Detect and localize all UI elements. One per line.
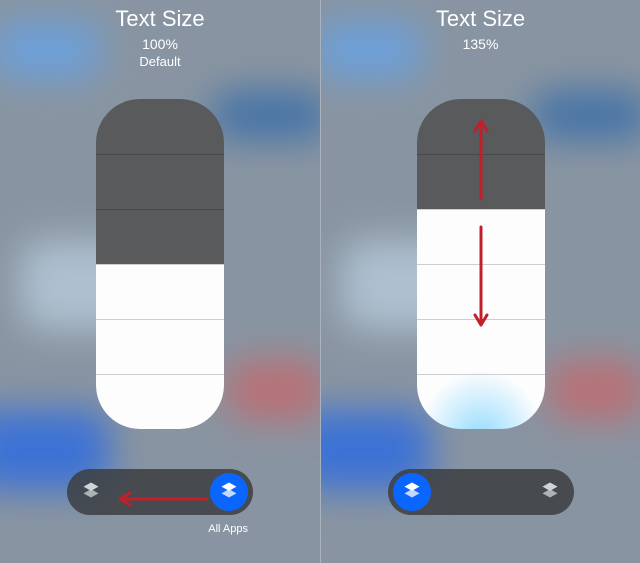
layers-icon — [81, 480, 101, 505]
scope-this-app[interactable] — [393, 473, 431, 511]
text-size-slider[interactable] — [417, 99, 545, 429]
layers-icon — [540, 480, 560, 505]
scope-caption-right: All Apps — [208, 523, 248, 535]
scope-all-apps[interactable] — [210, 473, 248, 511]
text-size-subtitle: Default — [139, 54, 180, 69]
scope-toggle[interactable] — [388, 469, 574, 515]
text-size-slider[interactable] — [96, 99, 224, 429]
text-size-percent: 100% — [142, 36, 178, 52]
scope-all-apps[interactable] — [531, 473, 569, 511]
text-size-title: Text Size — [436, 6, 525, 32]
scope-this-app[interactable] — [72, 473, 110, 511]
layers-icon — [219, 480, 239, 505]
pane-0: Text Size 100% Default All Apps — [0, 0, 320, 563]
scope-toggle[interactable] — [67, 469, 253, 515]
pane-1: Text Size 135% — [320, 0, 640, 563]
text-size-title: Text Size — [115, 6, 204, 32]
layers-icon — [402, 480, 422, 505]
text-size-percent: 135% — [463, 36, 499, 52]
